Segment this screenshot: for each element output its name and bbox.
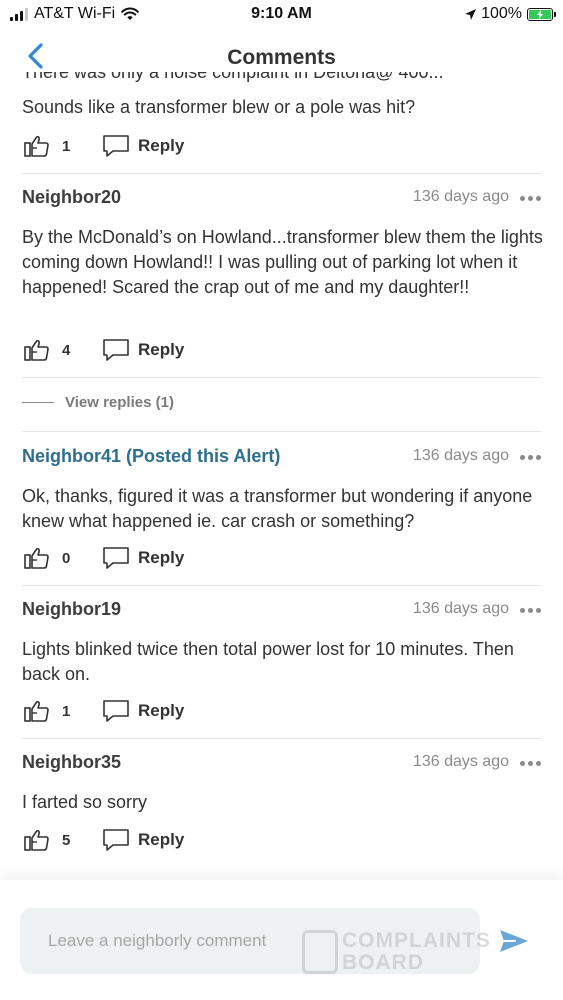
like-button[interactable]: 5 [24, 829, 82, 851]
speech-bubble-icon [103, 339, 129, 361]
like-count: 5 [62, 831, 71, 849]
comment-timestamp: 136 days ago [412, 600, 509, 617]
like-button[interactable]: 1 [24, 700, 82, 722]
view-replies-link[interactable]: View replies (1) [22, 394, 174, 411]
comment-body: Sounds like a transformer blew or a pole… [22, 97, 416, 117]
like-count: 1 [62, 137, 71, 155]
comment-actions: 0 Reply [24, 545, 184, 571]
more-options-icon[interactable] [519, 450, 541, 464]
like-button[interactable]: 4 [24, 339, 82, 361]
view-replies-label: View replies (1) [65, 394, 174, 411]
more-options-icon[interactable] [519, 191, 541, 205]
status-right: 100% [464, 5, 556, 23]
comment-timestamp: 136 days ago [412, 188, 509, 205]
reply-label: Reply [138, 548, 185, 567]
comment-header: Neighbor41 (Posted this Alert) 136 days … [22, 446, 541, 470]
comment-actions: 4 Reply [24, 337, 184, 363]
comment-timestamp: 136 days ago [412, 447, 509, 464]
comment-timestamp: 136 days ago [412, 753, 509, 770]
like-count: 0 [62, 549, 71, 567]
divider [22, 585, 541, 586]
reply-button[interactable]: Reply [102, 546, 184, 570]
like-button[interactable]: 0 [24, 547, 82, 569]
battery-charging-icon [527, 7, 556, 21]
comment-author[interactable]: Neighbor19 [22, 599, 121, 620]
send-icon[interactable] [498, 927, 530, 955]
comment-author-op[interactable]: Neighbor41 (Posted this Alert) [22, 446, 280, 467]
comment-composer [0, 880, 563, 1000]
status-bar: AT&T Wi-Fi 9:10 AM 100% [0, 0, 563, 30]
more-options-icon[interactable] [519, 756, 541, 770]
clipped-comment-text: There was only a noise complaint in Delt… [22, 72, 444, 82]
comment-body: By the McDonald’s on Howland...transform… [22, 227, 543, 297]
like-count: 4 [62, 341, 71, 359]
speech-bubble-icon [103, 547, 129, 569]
battery-percent: 100% [481, 5, 522, 22]
comment-body: I farted so sorry [22, 792, 148, 812]
thumbs-up-icon [24, 829, 49, 851]
thumbs-up-icon [24, 339, 49, 361]
more-options-icon[interactable] [519, 603, 541, 617]
comment-header: Neighbor19 136 days ago [22, 599, 541, 623]
comment-author[interactable]: Neighbor35 [22, 752, 121, 773]
comment-actions: 1 Reply [24, 698, 184, 724]
comment-author[interactable]: Neighbor20 [22, 187, 121, 208]
speech-bubble-icon [103, 829, 129, 851]
like-count: 1 [62, 702, 71, 720]
comment-body: Lights blinked twice then total power lo… [22, 639, 514, 684]
reply-button[interactable]: Reply [102, 699, 184, 723]
comment-body: Ok, thanks, figured it was a transformer… [22, 486, 533, 531]
page-title: Comments [227, 46, 336, 69]
view-replies-line [22, 402, 54, 403]
comment-actions: 1 Reply [24, 133, 184, 159]
comment-input[interactable] [20, 908, 480, 974]
reply-label: Reply [138, 340, 185, 359]
reply-button[interactable]: Reply [102, 134, 184, 158]
location-icon [465, 8, 477, 20]
thumbs-up-icon [24, 700, 49, 722]
reply-button[interactable]: Reply [102, 338, 184, 362]
thumbs-up-icon [24, 547, 49, 569]
divider [22, 173, 541, 174]
comment-header: Neighbor35 136 days ago [22, 752, 541, 776]
thumbs-up-icon [24, 135, 49, 157]
like-button[interactable]: 1 [24, 135, 82, 157]
reply-label: Reply [138, 701, 185, 720]
reply-label: Reply [138, 136, 185, 155]
divider [22, 738, 541, 739]
speech-bubble-icon [103, 700, 129, 722]
divider [22, 431, 541, 432]
comment-header: Neighbor20 136 days ago [22, 187, 541, 211]
divider [22, 377, 541, 378]
speech-bubble-icon [103, 135, 129, 157]
comment-actions: 5 Reply [24, 827, 184, 853]
reply-label: Reply [138, 830, 185, 849]
reply-button[interactable]: Reply [102, 828, 184, 852]
